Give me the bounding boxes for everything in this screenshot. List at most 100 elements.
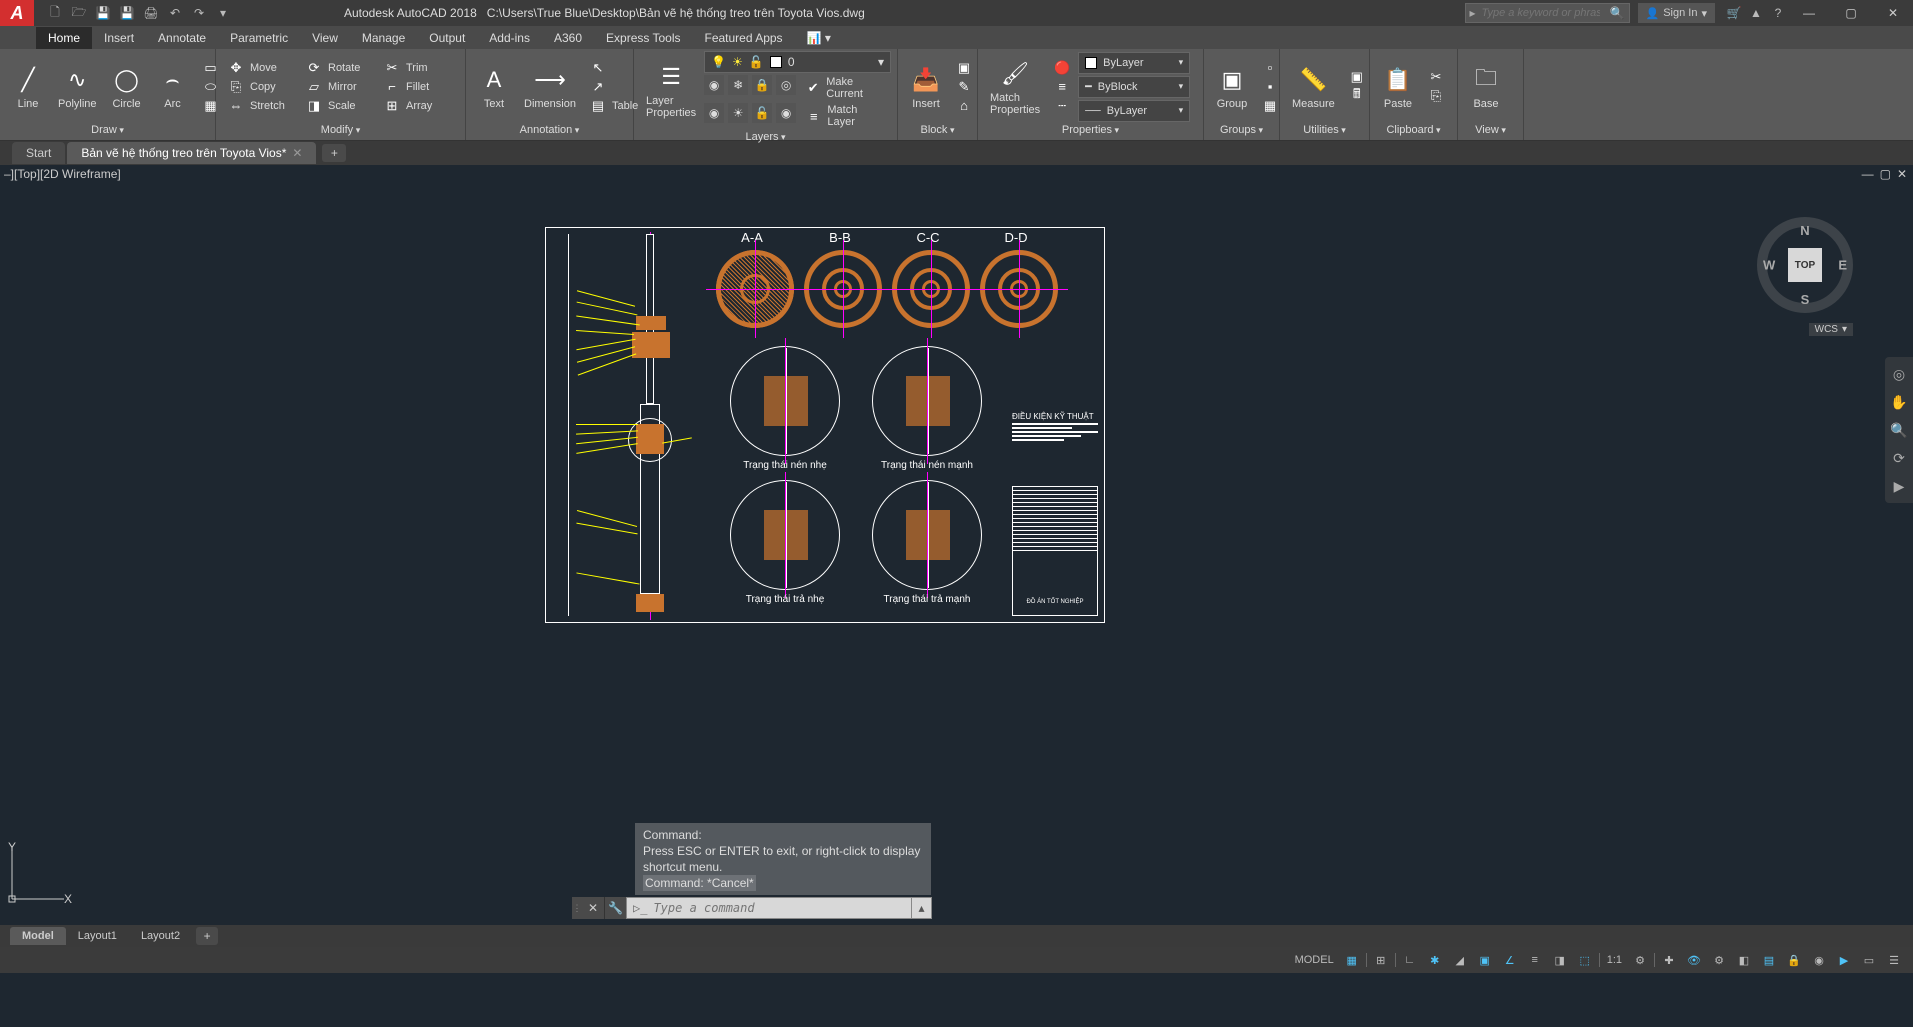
panel-title-layers[interactable]: Layers	[640, 129, 891, 145]
panel-title-annotation[interactable]: Annotation	[472, 122, 627, 138]
panel-title-properties[interactable]: Properties	[984, 122, 1197, 138]
status-otrack-icon[interactable]: ∠	[1499, 949, 1521, 971]
create-block-button[interactable]: ▣	[950, 59, 978, 77]
add-layout-button[interactable]: +	[196, 927, 218, 945]
layer-isolate-button[interactable]: ◎	[776, 75, 796, 95]
nav-showmotion-icon[interactable]: ▶	[1888, 475, 1910, 497]
cmdline-input[interactable]	[653, 901, 905, 915]
ribbon-tab-annotate[interactable]: Annotate	[146, 27, 218, 49]
edit-attr-button[interactable]: ⌂	[950, 97, 978, 115]
status-snap-icon[interactable]: ⊞	[1370, 949, 1392, 971]
layer-thaw-button[interactable]: ☀	[728, 103, 748, 123]
status-quickprops-icon[interactable]: ▤	[1758, 949, 1780, 971]
status-transparency-icon[interactable]: ◨	[1549, 949, 1571, 971]
trim-button[interactable]: ✂Trim	[378, 59, 454, 77]
status-annomonitor-icon[interactable]: 👁	[1683, 949, 1705, 971]
status-hwacc-icon[interactable]: ▶	[1833, 949, 1855, 971]
window-minimize-button[interactable]: —	[1789, 0, 1829, 26]
base-view-button[interactable]: 🗀Base	[1464, 62, 1508, 112]
viewport-label[interactable]: –][Top][2D Wireframe]	[4, 167, 121, 181]
prop-lineweight-icon-button[interactable]: ≡	[1048, 78, 1076, 96]
qat-new-icon[interactable]: 🗋	[44, 2, 66, 24]
layer-freeze-button[interactable]: ❄	[728, 75, 748, 95]
panel-title-modify[interactable]: Modify	[222, 122, 459, 138]
cmdline-close-icon[interactable]: ✕	[582, 897, 604, 919]
status-osnap-icon[interactable]: ▣	[1474, 949, 1496, 971]
circle-button[interactable]: ◯Circle	[105, 62, 149, 112]
status-ortho-icon[interactable]: ∟	[1399, 949, 1421, 971]
ribbon-tab-output[interactable]: Output	[417, 27, 477, 49]
viewcube-w[interactable]: W	[1763, 258, 1775, 273]
panel-title-clipboard[interactable]: Clipboard	[1376, 122, 1451, 138]
panel-title-utilities[interactable]: Utilities	[1286, 122, 1363, 138]
ribbon-tab-addins[interactable]: Add-ins	[477, 27, 542, 49]
layer-off-button[interactable]: ◉	[704, 75, 724, 95]
insert-block-button[interactable]: 📥Insert	[904, 62, 948, 112]
arc-button[interactable]: ⌢Arc	[151, 62, 195, 112]
layer-combo[interactable]: 💡 ☀ 🔓 0 ▾	[704, 51, 891, 73]
text-button[interactable]: AText	[472, 62, 516, 112]
copy-clip-button[interactable]: ⎘	[1422, 87, 1450, 105]
cmdline-expand-icon[interactable]: ▴	[912, 897, 932, 919]
viewcube-face[interactable]: TOP	[1788, 248, 1822, 282]
selectall-button[interactable]: ▣	[1343, 68, 1371, 86]
infocenter-search[interactable]: ▸ 🔍	[1465, 3, 1630, 23]
measure-button[interactable]: 📏Measure	[1286, 62, 1341, 112]
ribbon-tab-home[interactable]: Home	[36, 27, 92, 49]
close-tab-icon[interactable]: ✕	[292, 146, 302, 160]
vp-maximize-icon[interactable]: ▢	[1880, 167, 1891, 181]
ribbon-tab-featuredapps[interactable]: Featured Apps	[693, 27, 795, 49]
match-properties-button[interactable]: 🖌Match Properties	[984, 56, 1046, 118]
qat-plot-icon[interactable]: 🖨	[140, 2, 162, 24]
status-units-icon[interactable]: ◧	[1733, 949, 1755, 971]
viewcube-s[interactable]: S	[1801, 292, 1810, 307]
signin-button[interactable]: 👤 Sign In ▾	[1638, 3, 1715, 23]
status-grid-icon[interactable]: ▦	[1341, 949, 1363, 971]
color-combo[interactable]: ByLayer	[1078, 52, 1190, 74]
window-maximize-button[interactable]: ▢	[1831, 0, 1871, 26]
layer-lock-button[interactable]: 🔒	[752, 75, 772, 95]
panel-title-groups[interactable]: Groups	[1210, 122, 1273, 138]
layout-tab-layout2[interactable]: Layout2	[129, 927, 192, 945]
ribbon-tab-view[interactable]: View	[300, 27, 350, 49]
layout-tab-model[interactable]: Model	[10, 927, 66, 945]
file-tab-active[interactable]: Bản vẽ hệ thống treo trên Toyota Vios*✕	[67, 142, 316, 164]
status-lineweight-icon[interactable]: ≡	[1524, 949, 1546, 971]
qat-redo-icon[interactable]: ↷	[188, 2, 210, 24]
ribbon-tab-manage[interactable]: Manage	[350, 27, 417, 49]
vp-minimize-icon[interactable]: —	[1862, 167, 1874, 181]
app-logo[interactable]: A	[0, 0, 34, 26]
ribbon-tab-a360[interactable]: A360	[542, 27, 594, 49]
copy-button[interactable]: ⎘Copy	[222, 78, 298, 96]
prop-linetype-icon-button[interactable]: ┄	[1048, 97, 1076, 115]
stretch-button[interactable]: ⇔Stretch	[222, 97, 298, 115]
ribbon-tab-expresstools[interactable]: Express Tools	[594, 27, 692, 49]
scale-button[interactable]: ◨Scale	[300, 97, 376, 115]
panel-title-block[interactable]: Block	[904, 122, 971, 138]
make-current-button[interactable]: ✔Make Current	[800, 75, 891, 101]
cmdline-input-wrap[interactable]: ▷_	[626, 897, 912, 919]
search-icon[interactable]: 🔍	[1606, 6, 1629, 20]
status-model-button[interactable]: MODEL	[1291, 949, 1338, 971]
layer-unisolate-button[interactable]: ◉	[776, 103, 796, 123]
mirror-button[interactable]: ▱Mirror	[300, 78, 376, 96]
help-icon[interactable]: ?	[1767, 2, 1789, 24]
status-isodraft-icon[interactable]: ◢	[1449, 949, 1471, 971]
nav-orbit-icon[interactable]: ⟳	[1888, 447, 1910, 469]
qat-open-icon[interactable]: 🗁	[68, 2, 90, 24]
group-button[interactable]: ▣Group	[1210, 62, 1254, 112]
status-isolate-obj-icon[interactable]: ◉	[1808, 949, 1830, 971]
add-file-tab-button[interactable]: +	[322, 144, 346, 162]
search-input[interactable]	[1476, 7, 1606, 19]
layout-tab-layout1[interactable]: Layout1	[66, 927, 129, 945]
paste-button[interactable]: 📋Paste	[1376, 62, 1420, 112]
layerproperties-button[interactable]: ☰Layer Properties	[640, 59, 702, 121]
status-cleanscreen-icon[interactable]: ▭	[1858, 949, 1880, 971]
layer-on-button[interactable]: ◉	[704, 103, 724, 123]
polyline-button[interactable]: ∿Polyline	[52, 62, 103, 112]
panel-title-draw[interactable]: Draw	[6, 122, 209, 138]
status-lockui-icon[interactable]: 🔒	[1783, 949, 1805, 971]
status-gear-icon[interactable]: ⚙	[1629, 949, 1651, 971]
match-layer-button[interactable]: ≡Match Layer	[800, 103, 891, 129]
viewcube-n[interactable]: N	[1800, 223, 1809, 238]
